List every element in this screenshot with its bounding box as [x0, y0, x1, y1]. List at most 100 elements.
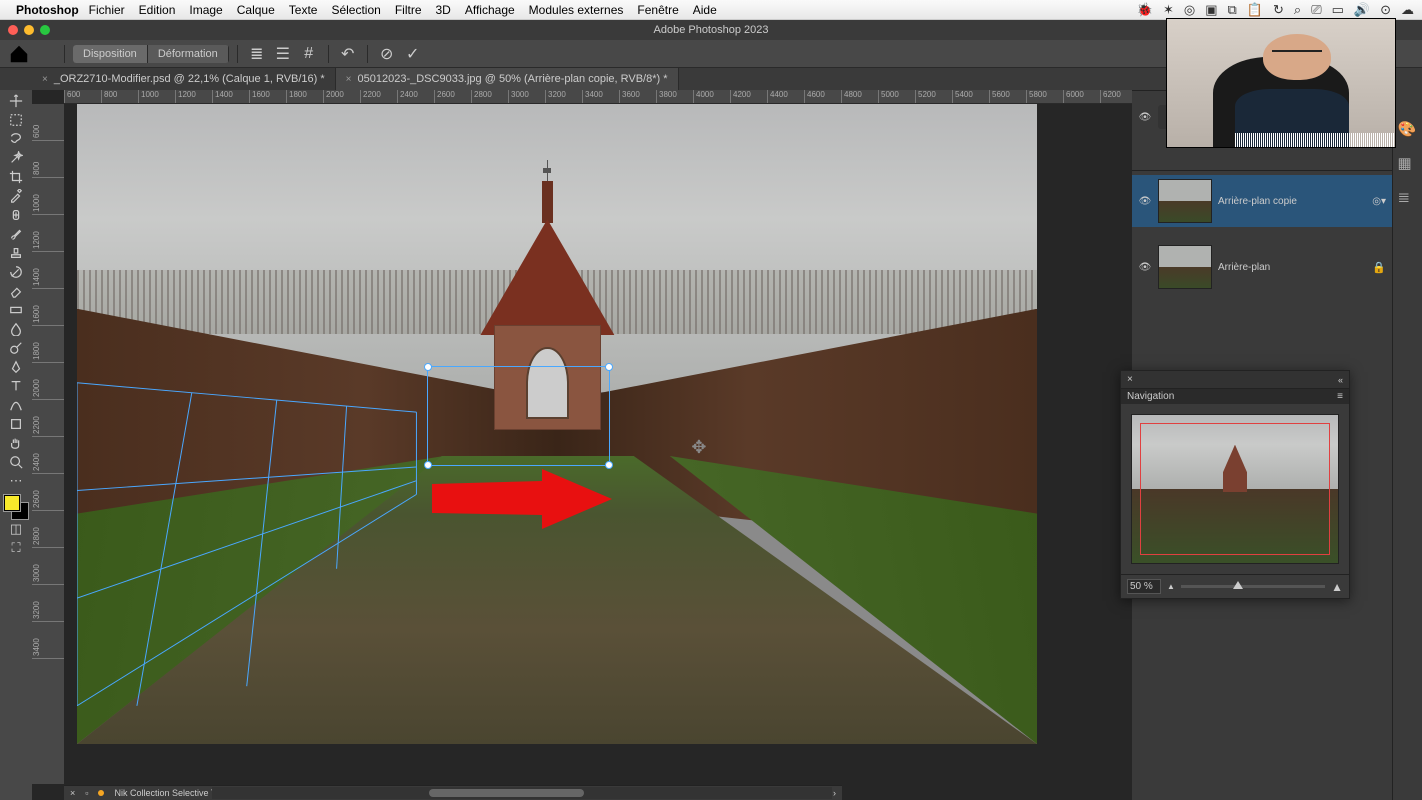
deformation-button[interactable]: Déformation: [148, 45, 229, 63]
move-tool[interactable]: [3, 92, 29, 110]
window-maximize[interactable]: [40, 25, 50, 35]
visibility-toggle-icon[interactable]: 👁: [1138, 112, 1152, 123]
dodge-tool[interactable]: [3, 339, 29, 357]
tray-icon[interactable]: 🐞: [1137, 2, 1153, 18]
document-tab[interactable]: × 05012023-_DSC9033.jpg @ 50% (Arrière-p…: [336, 68, 679, 90]
menu-edition[interactable]: Edition: [139, 3, 176, 17]
align-icon[interactable]: ☰: [272, 43, 294, 65]
tray-icon[interactable]: ▭: [1332, 2, 1344, 18]
crop-tool[interactable]: [3, 168, 29, 186]
menu-selection[interactable]: Sélection: [331, 3, 380, 17]
libraries-panel-icon[interactable]: ≣: [1398, 188, 1418, 208]
layer-row[interactable]: 👁 Arrière-plan copie ◎▾: [1132, 175, 1392, 227]
brush-tool[interactable]: [3, 225, 29, 243]
disposition-button[interactable]: Disposition: [73, 45, 148, 63]
pen-tool[interactable]: [3, 358, 29, 376]
path-tool[interactable]: [3, 396, 29, 414]
type-tool[interactable]: [3, 377, 29, 395]
color-panel-icon[interactable]: 🎨: [1398, 120, 1418, 140]
tray-icon[interactable]: ⊙: [1380, 2, 1391, 18]
cancel-transform-button[interactable]: ⊘: [376, 43, 398, 65]
menu-fichier[interactable]: Fichier: [89, 3, 125, 17]
tray-icon[interactable]: ✶: [1163, 2, 1174, 18]
lock-icon[interactable]: 🔒: [1372, 261, 1386, 274]
navigator-viewport-box[interactable]: [1140, 423, 1330, 555]
tray-icon[interactable]: 🔊: [1354, 2, 1370, 18]
zoom-input[interactable]: [1127, 579, 1161, 594]
layer-name[interactable]: Arrière-plan copie: [1218, 196, 1366, 207]
gradient-tool[interactable]: [3, 301, 29, 319]
close-tab-icon[interactable]: ×: [346, 74, 352, 85]
menu-filtre[interactable]: Filtre: [395, 3, 422, 17]
status-plugin-label[interactable]: Nik Collection Selective Tool: [114, 788, 227, 798]
visibility-toggle-icon[interactable]: 👁: [1138, 262, 1152, 273]
expand-status-icon[interactable]: ▫: [85, 788, 88, 798]
document-canvas[interactable]: ✥: [77, 104, 1037, 744]
more-tools[interactable]: ⋯: [3, 472, 29, 490]
marquee-tool[interactable]: [3, 111, 29, 129]
panel-tab[interactable]: Navigation ≡: [1121, 389, 1349, 404]
tray-icon[interactable]: 📋: [1247, 2, 1263, 18]
chevron-right-icon[interactable]: ›: [833, 788, 836, 798]
swatches-panel-icon[interactable]: ▦: [1398, 154, 1418, 174]
tray-icon[interactable]: ⌕: [1294, 2, 1301, 18]
tray-icon[interactable]: ☁: [1401, 2, 1414, 18]
hand-tool[interactable]: [3, 434, 29, 452]
horizontal-scrollbar[interactable]: [212, 787, 832, 799]
smart-filter-icon[interactable]: ◎▾: [1372, 196, 1386, 207]
zoom-in-icon[interactable]: ▲: [1331, 580, 1343, 594]
menu-3d[interactable]: 3D: [436, 3, 451, 17]
foreground-color-swatch[interactable]: [4, 495, 20, 511]
tray-icon[interactable]: ⎚: [1311, 2, 1321, 18]
scrollbar-thumb[interactable]: [429, 789, 584, 797]
panel-header[interactable]: × «: [1121, 371, 1349, 389]
eraser-tool[interactable]: [3, 282, 29, 300]
menu-calque[interactable]: Calque: [237, 3, 275, 17]
menu-modules[interactable]: Modules externes: [529, 3, 624, 17]
eyedropper-tool[interactable]: [3, 187, 29, 205]
blur-tool[interactable]: [3, 320, 29, 338]
menu-texte[interactable]: Texte: [289, 3, 318, 17]
zoom-slider-thumb[interactable]: [1233, 581, 1243, 589]
layer-row[interactable]: 👁 Arrière-plan 🔒: [1132, 241, 1392, 293]
commit-transform-button[interactable]: ✓: [402, 43, 424, 65]
panel-collapse-icon[interactable]: «: [1338, 375, 1343, 385]
tray-icon[interactable]: ▣: [1205, 2, 1217, 18]
window-close[interactable]: [8, 25, 18, 35]
menu-fenetre[interactable]: Fenêtre: [637, 3, 678, 17]
home-button[interactable]: [8, 43, 30, 65]
panel-menu-icon[interactable]: ≡: [1337, 391, 1343, 402]
ruler-horizontal[interactable]: 6008001000120014001600180020002200240026…: [64, 90, 1132, 104]
panel-close-icon[interactable]: ×: [1127, 374, 1133, 385]
shape-tool[interactable]: [3, 415, 29, 433]
layer-thumbnail[interactable]: [1158, 179, 1212, 223]
grid-icon[interactable]: #: [298, 43, 320, 65]
vanishing-point-icon[interactable]: [34, 43, 56, 65]
zoom-out-icon[interactable]: ▲: [1167, 582, 1175, 591]
navigation-panel[interactable]: × « Navigation ≡ ▲ ▲: [1120, 370, 1350, 599]
document-tab[interactable]: × _ORZ2710-Modifier.psd @ 22,1% (Calque …: [32, 68, 336, 90]
align-icon[interactable]: ≣: [246, 43, 268, 65]
stamp-tool[interactable]: [3, 244, 29, 262]
close-status-icon[interactable]: ×: [70, 788, 75, 798]
app-name-menu[interactable]: Photoshop: [16, 3, 79, 17]
menu-aide[interactable]: Aide: [693, 3, 717, 17]
color-swatches[interactable]: [4, 495, 28, 519]
wand-tool[interactable]: [3, 149, 29, 167]
tray-icon[interactable]: ⧉: [1228, 2, 1237, 18]
visibility-toggle-icon[interactable]: 👁: [1138, 196, 1152, 207]
healing-tool[interactable]: [3, 206, 29, 224]
zoom-slider[interactable]: [1181, 585, 1325, 588]
lasso-tool[interactable]: [3, 130, 29, 148]
history-brush-tool[interactable]: [3, 263, 29, 281]
zoom-tool[interactable]: [3, 453, 29, 471]
ruler-vertical[interactable]: 6008001000120014001600180020002200240026…: [32, 104, 64, 784]
close-tab-icon[interactable]: ×: [42, 74, 48, 85]
menu-affichage[interactable]: Affichage: [465, 3, 515, 17]
layer-name[interactable]: Arrière-plan: [1218, 262, 1366, 273]
window-minimize[interactable]: [24, 25, 34, 35]
quickmask-toggle[interactable]: ◫: [3, 520, 29, 538]
layer-thumbnail[interactable]: [1158, 245, 1212, 289]
screenmode-toggle[interactable]: ⛶: [3, 539, 29, 557]
tray-icon[interactable]: ◎: [1184, 2, 1195, 18]
